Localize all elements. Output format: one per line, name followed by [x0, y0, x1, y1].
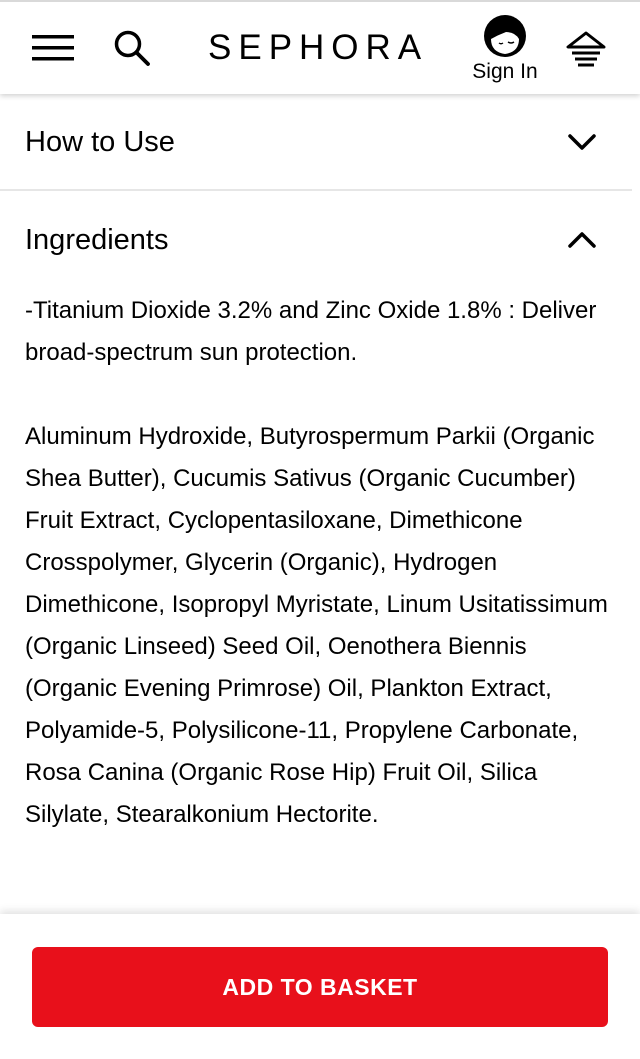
chevron-up-icon: [568, 232, 596, 248]
how-to-use-toggle[interactable]: How to Use: [0, 94, 632, 190]
hamburger-menu-icon: [32, 35, 74, 61]
sephora-logo[interactable]: SEPHORA: [208, 26, 432, 70]
ingredients-title: Ingredients: [25, 224, 169, 256]
section-divider: [0, 189, 632, 191]
product-details-page: SEPHORA Sign In How to Use Ingredients -…: [0, 0, 640, 1059]
chevron-down-icon: [568, 134, 596, 150]
menu-button[interactable]: [28, 24, 76, 72]
search-button[interactable]: [108, 24, 156, 72]
how-to-use-section: How to Use: [0, 94, 632, 190]
ingredients-section: Ingredients: [0, 192, 632, 288]
user-avatar-icon: [484, 15, 526, 57]
basket-icon: [566, 31, 606, 67]
basket-button[interactable]: [560, 24, 612, 76]
ingredients-full-list: Aluminum Hydroxide, Butyrospermum Parkii…: [25, 423, 608, 828]
top-header: SEPHORA Sign In: [0, 0, 640, 94]
add-to-basket-button[interactable]: ADD TO BASKET: [32, 947, 608, 1027]
search-icon: [114, 30, 150, 66]
ingredients-content: -Titanium Dioxide 3.2% and Zinc Oxide 1.…: [25, 290, 615, 836]
sign-in-button[interactable]: Sign In: [464, 14, 546, 86]
bottom-action-bar: ADD TO BASKET: [0, 914, 640, 1059]
ingredients-highlight: -Titanium Dioxide 3.2% and Zinc Oxide 1.…: [25, 297, 597, 366]
ingredients-toggle[interactable]: Ingredients: [0, 192, 632, 288]
how-to-use-title: How to Use: [25, 126, 175, 158]
sign-in-label: Sign In: [472, 60, 538, 83]
